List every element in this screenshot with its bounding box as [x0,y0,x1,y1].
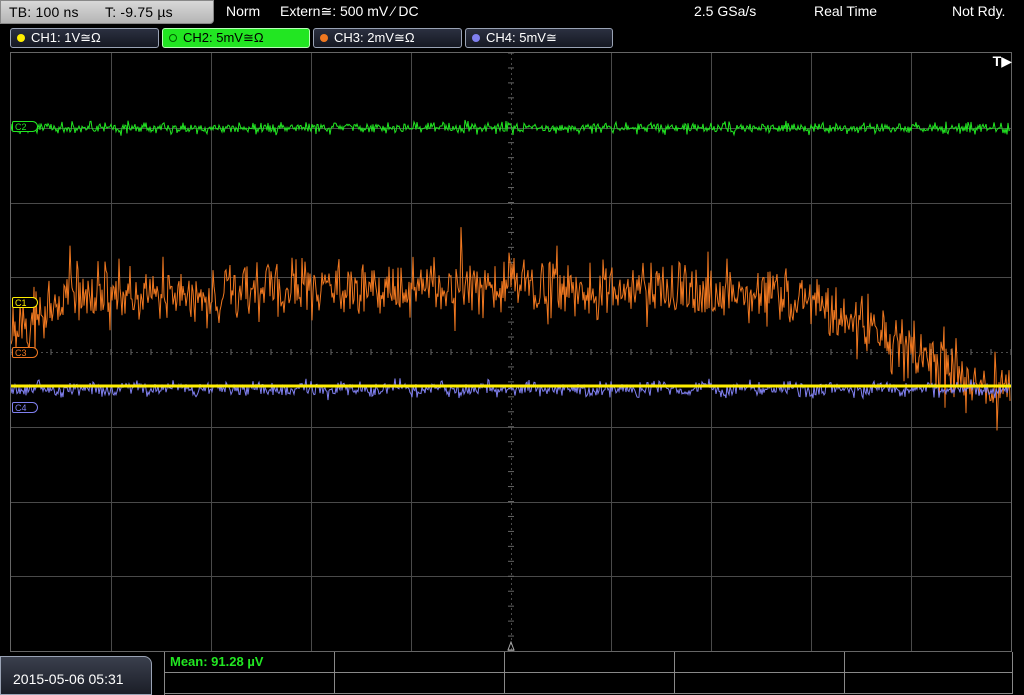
timebase-label: TB: 100 ns [9,4,79,20]
ch1-indicator-icon [17,34,25,42]
acquisition-mode: Real Time [814,3,878,19]
ch3-indicator-icon [320,34,328,42]
ch3-offset-marker[interactable]: C3 [12,347,38,358]
measurement-cell-10[interactable] [845,673,1013,694]
measurement-cell-1[interactable]: Mean: 91.28 µV [165,652,335,673]
measurement-panel: Mean: 91.28 µV [164,652,1013,695]
ch4-indicator-icon [472,34,480,42]
sample-rate: 2.5 GSa/s [694,3,757,19]
datetime-display: 2015-05-06 05:31 [0,656,152,695]
waveform-canvas [11,53,1011,651]
measurement-cell-8[interactable] [505,673,675,694]
channel-bar: CH1: 1V≅Ω CH2: 5mV≅Ω CH3: 2mV≅Ω CH4: 5mV… [0,26,1024,48]
run-state: Not Rdy. [952,3,1006,19]
trigger-marker-icon[interactable]: T▶ [993,53,1012,70]
tab-ch4[interactable]: CH4: 5mV≅ [465,28,613,48]
graticule [11,53,1011,651]
timebase-box[interactable]: TB: 100 ns T: -9.75 µs [0,0,214,24]
ch4-offset-marker[interactable]: C4 [12,402,38,413]
tab-ch1[interactable]: CH1: 1V≅Ω [10,28,159,48]
ch3-waveform [11,227,1011,431]
trigger-mode[interactable]: Norm [226,3,260,19]
status-bar: TB: 100 ns T: -9.75 µs Norm Extern≅: 500… [0,0,1024,24]
ch1-label: CH1: 1V≅Ω [31,30,101,45]
ch1-offset-marker[interactable]: C1 [12,297,38,308]
measurement-cell-3[interactable] [505,652,675,673]
measurement-cell-2[interactable] [335,652,505,673]
ch4-label: CH4: 5mV≅ [486,30,557,45]
ch2-indicator-icon [169,34,177,42]
ch2-offset-marker[interactable]: C2 [12,121,38,132]
tab-ch3[interactable]: CH3: 2mV≅Ω [313,28,462,48]
trigger-source[interactable]: Extern≅: 500 mV ⁄ DC [280,3,419,20]
measurement-cell-4[interactable] [675,652,845,673]
measurement-cell-5[interactable] [845,652,1013,673]
mean-measurement: Mean: 91.28 µV [170,654,264,669]
ch3-label: CH3: 2mV≅Ω [334,30,415,45]
trigger-time-label: T: -9.75 µs [105,4,173,20]
tab-ch2[interactable]: CH2: 5mV≅Ω [162,28,310,48]
waveform-display[interactable] [10,52,1012,652]
measurement-cell-9[interactable] [675,673,845,694]
ch2-label: CH2: 5mV≅Ω [183,30,264,45]
measurement-cell-7[interactable] [335,673,505,694]
measurement-cell-6[interactable] [165,673,335,694]
